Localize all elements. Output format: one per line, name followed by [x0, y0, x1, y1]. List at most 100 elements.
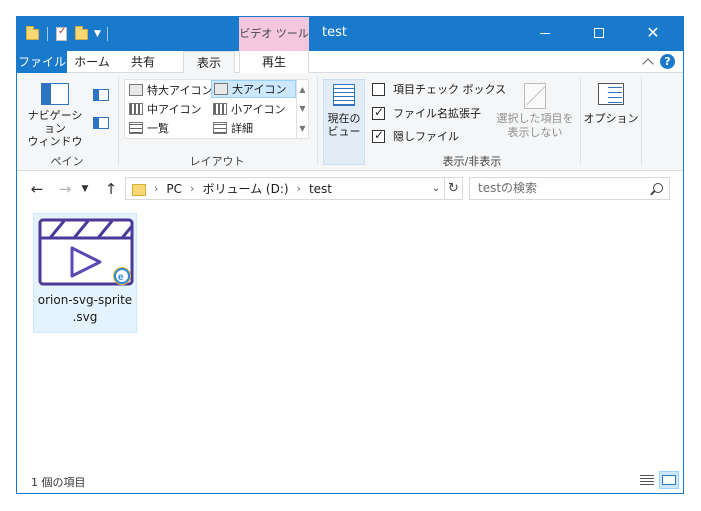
address-dropdown-icon[interactable]: ⌄ — [428, 183, 444, 194]
quick-access-toolbar: ▼ — [25, 25, 110, 43]
breadcrumb-separator-icon[interactable]: › — [154, 182, 158, 195]
layout-small-icons[interactable]: 小アイコン — [211, 100, 296, 118]
layout-label: 小アイコン — [231, 103, 286, 116]
recent-locations-dropdown[interactable]: ▼ — [79, 179, 91, 199]
properties-icon[interactable] — [54, 26, 70, 42]
tab-file[interactable]: ファイル — [17, 51, 67, 73]
details-view-button[interactable] — [637, 471, 657, 489]
breadcrumb-separator-icon[interactable]: › — [297, 182, 301, 195]
group-label-layout: レイアウト — [189, 155, 245, 168]
layout-label: 一覧 — [147, 122, 169, 135]
layout-extra-large-icons[interactable]: 特大アイコン — [127, 81, 213, 99]
window-title: test — [322, 25, 347, 40]
breadcrumb-pc[interactable]: PC — [166, 182, 182, 196]
item-checkboxes-label: 項目チェック ボックス — [393, 83, 507, 96]
group-separator — [641, 77, 642, 165]
ribbon-tabs: ファイル ホーム 共有 表示 再生 ? — [17, 51, 683, 74]
medium-icons-icon — [129, 103, 143, 115]
address-bar[interactable]: › PC › ボリューム (D:) › test ⌄ ↻ — [125, 177, 463, 200]
scroll-down-icon[interactable]: ▼ — [299, 104, 305, 113]
details-pane-icon[interactable] — [93, 117, 109, 129]
options-icon — [598, 83, 624, 105]
back-arrow-icon: ← — [30, 180, 44, 198]
contextual-tab-group-label: ビデオ ツール — [239, 17, 309, 51]
navigation-pane-button[interactable]: ナビゲーション ウィンドウ — [23, 83, 87, 148]
navigation-pane-icon — [41, 83, 69, 105]
large-icons-view-icon — [662, 475, 676, 485]
layout-gallery-scroll[interactable]: ▲ ▼ ▼ — [296, 80, 308, 138]
qat-customize-dropdown-icon[interactable]: ▼ — [94, 26, 101, 42]
layout-details[interactable]: 詳細 — [211, 119, 296, 137]
breadcrumb-volume[interactable]: ボリューム (D:) — [202, 180, 288, 197]
file-name: orion-svg-sprite .svg — [34, 292, 136, 326]
hidden-items-label: 隠しファイル — [393, 130, 459, 143]
title-bar: ▼ ビデオ ツール test ✕ — [17, 17, 683, 51]
search-icon[interactable] — [653, 183, 663, 193]
close-icon: ✕ — [646, 23, 660, 42]
scroll-up-icon[interactable]: ▲ — [299, 85, 305, 94]
item-checkboxes-checkbox[interactable] — [372, 82, 385, 96]
status-bar: 1 個の項目 — [17, 469, 683, 493]
minimize-icon — [540, 32, 550, 34]
preview-pane-icon[interactable] — [93, 89, 109, 101]
hide-selected-items-button[interactable]: 選択した項目を 表示しない — [495, 83, 575, 140]
folder-icon[interactable] — [25, 26, 41, 42]
options-label: オプション — [583, 112, 639, 125]
layout-gallery: 特大アイコン 大アイコン 中アイコン 小アイコン 一覧 詳細 ▲ ▼ ▼ — [124, 79, 309, 139]
search-input[interactable]: testの検索 — [469, 177, 670, 200]
navigation-bar: ← → ▼ ↑ › PC › ボリューム (D:) › test ⌄ ↻ tes… — [17, 175, 683, 203]
current-view-icon — [333, 84, 355, 106]
ribbon-view-panel: ナビゲーション ウィンドウ ペイン 特大アイコン 大アイコン 中アイコン 小アイ… — [17, 73, 683, 171]
current-view-button[interactable]: 現在の ビュー — [323, 79, 365, 165]
tab-view[interactable]: 表示 — [183, 51, 235, 74]
new-folder-icon[interactable] — [74, 26, 90, 42]
layout-label: 特大アイコン — [147, 84, 213, 97]
group-separator — [580, 77, 581, 165]
tab-share[interactable]: 共有 — [119, 51, 167, 73]
options-button[interactable]: オプション — [583, 83, 639, 126]
collapse-ribbon-icon[interactable] — [642, 57, 654, 70]
minimize-button[interactable] — [522, 17, 568, 49]
file-item[interactable]: e orion-svg-sprite .svg — [33, 213, 137, 333]
layout-large-icons[interactable]: 大アイコン — [211, 80, 296, 98]
layout-label: 中アイコン — [147, 103, 202, 116]
navigation-pane-label: ナビゲーション ウィンドウ — [27, 109, 83, 148]
small-icons-icon — [213, 103, 227, 115]
list-icon — [129, 122, 143, 134]
video-clapperboard-thumbnail-icon: e — [38, 218, 134, 286]
file-list-pane[interactable]: e orion-svg-sprite .svg — [17, 207, 683, 469]
file-extensions-checkbox[interactable] — [372, 105, 385, 120]
maximize-button[interactable] — [576, 17, 622, 49]
forward-button[interactable]: → — [55, 179, 75, 199]
svg-text:e: e — [118, 272, 124, 283]
large-icons-view-button[interactable] — [659, 471, 679, 489]
up-button[interactable]: ↑ — [101, 179, 121, 199]
breadcrumb-test[interactable]: test — [309, 182, 332, 196]
breadcrumb-separator-icon[interactable]: › — [190, 182, 194, 195]
file-name-extension: .svg — [72, 310, 98, 324]
help-icon[interactable]: ? — [660, 54, 675, 69]
hidden-items-toggle[interactable]: 隠しファイル — [372, 128, 459, 144]
file-extensions-label: ファイル名拡張子 — [393, 107, 481, 120]
group-separator — [118, 77, 119, 165]
close-button[interactable]: ✕ — [630, 17, 676, 49]
item-checkboxes-toggle[interactable]: 項目チェック ボックス — [372, 81, 506, 97]
up-arrow-icon: ↑ — [104, 180, 118, 198]
refresh-icon[interactable]: ↻ — [444, 178, 462, 199]
layout-list[interactable]: 一覧 — [127, 119, 209, 137]
back-button[interactable]: ← — [27, 179, 47, 199]
tab-home[interactable]: ホーム — [67, 51, 117, 73]
layout-label: 大アイコン — [232, 83, 287, 96]
details-view-icon — [640, 475, 654, 485]
gallery-expand-icon[interactable]: ▼ — [299, 124, 305, 133]
qat-separator — [106, 27, 108, 41]
tab-play[interactable]: 再生 — [239, 51, 309, 73]
file-name-line: orion-svg-sprite — [37, 293, 133, 307]
forward-arrow-icon: → — [58, 180, 72, 198]
group-separator — [317, 77, 318, 165]
large-icons-icon — [214, 83, 228, 95]
file-extensions-toggle[interactable]: ファイル名拡張子 — [372, 105, 481, 121]
layout-medium-icons[interactable]: 中アイコン — [127, 100, 209, 118]
group-label-show-hide: 表示/非表示 — [442, 155, 502, 168]
hidden-items-checkbox[interactable] — [372, 128, 385, 143]
